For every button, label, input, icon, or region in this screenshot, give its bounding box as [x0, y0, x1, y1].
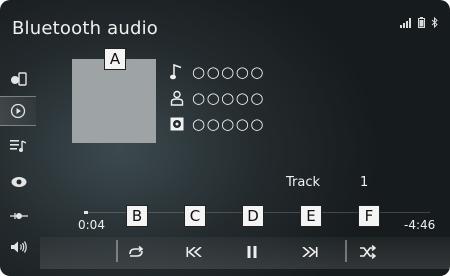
play-circle-icon — [10, 103, 26, 119]
callout-e: E — [300, 205, 322, 227]
volume-icon — [11, 241, 27, 253]
skip-back-icon — [186, 247, 202, 257]
sidebar-item-connection[interactable] — [6, 203, 32, 229]
callout-f: F — [358, 205, 380, 227]
callout-d: D — [242, 205, 264, 227]
artist-row: ○○○○○ — [170, 88, 265, 108]
album-disc-icon — [170, 117, 184, 131]
screen-title: Bluetooth audio — [12, 18, 158, 39]
sidebar-item-volume[interactable] — [6, 234, 32, 260]
sidebar-item-playback[interactable] — [0, 96, 36, 126]
track-label: Track — [286, 175, 321, 190]
sidebar-item-view[interactable] — [6, 169, 32, 195]
callout-a: A — [104, 48, 126, 70]
album-art — [72, 59, 156, 143]
song-row: ○○○○○ — [170, 62, 265, 82]
artist-icon — [170, 90, 184, 106]
callout-c: C — [184, 205, 206, 227]
sidebar-item-playlist[interactable] — [6, 133, 32, 159]
artist-name: ○○○○○ — [192, 89, 265, 107]
status-bar — [400, 17, 438, 28]
connection-icon — [10, 213, 28, 219]
sidebar — [0, 58, 36, 272]
playlist-icon — [10, 140, 27, 152]
eye-icon — [11, 177, 27, 187]
bluetooth-icon — [431, 17, 438, 28]
shuffle-button[interactable] — [346, 237, 390, 267]
pause-icon — [247, 246, 257, 258]
bluetooth-audio-screen: Bluetooth audio A ○○○○○ ○○○○○ ○○○○○ Trac… — [0, 0, 450, 276]
next-track-button[interactable] — [288, 237, 332, 267]
album-name: ○○○○○ — [192, 115, 265, 133]
track-number: 1 — [360, 175, 369, 190]
battery-icon — [418, 17, 425, 28]
album-row: ○○○○○ — [170, 114, 265, 134]
music-note-icon — [170, 63, 182, 80]
shuffle-icon — [360, 245, 377, 259]
phone-source-icon — [11, 72, 27, 86]
elapsed-time: 0:04 — [78, 218, 105, 232]
remaining-time: -4:46 — [404, 218, 436, 232]
previous-track-button[interactable] — [172, 237, 216, 267]
progress-fill — [84, 211, 89, 214]
callout-b: B — [126, 205, 148, 227]
sidebar-item-source[interactable] — [6, 66, 32, 92]
skip-forward-icon — [302, 247, 318, 257]
pause-button[interactable] — [230, 237, 274, 267]
repeat-button[interactable] — [114, 237, 158, 267]
repeat-icon — [129, 245, 144, 257]
signal-icon — [400, 18, 411, 28]
song-title: ○○○○○ — [192, 63, 265, 81]
